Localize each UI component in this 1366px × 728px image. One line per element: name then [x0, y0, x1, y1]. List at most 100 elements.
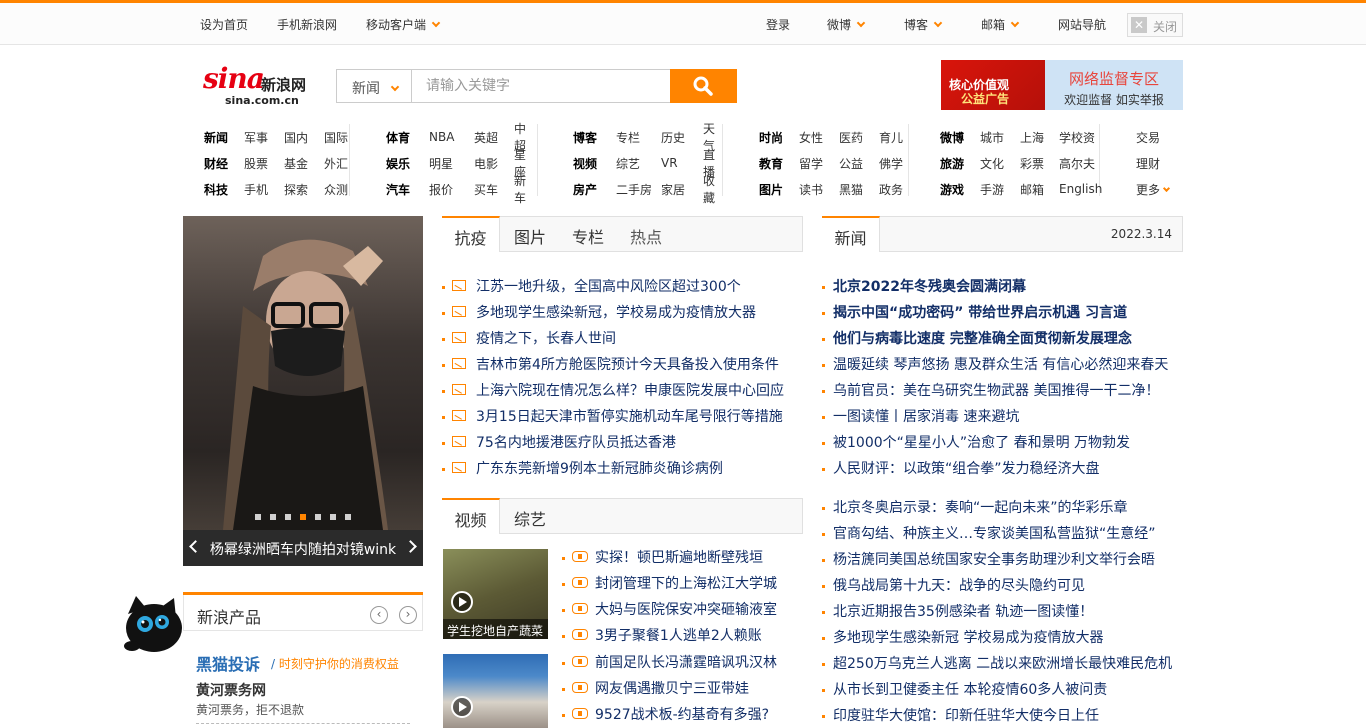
nav-link[interactable]: 时尚 [759, 129, 783, 146]
nav-link[interactable]: VR [661, 156, 678, 170]
nav-link[interactable]: 收藏 [703, 172, 722, 206]
nav-link[interactable]: NBA [429, 130, 454, 144]
heimao-tousu-link[interactable]: 黑猫投诉 [196, 651, 260, 675]
nav-link[interactable]: 汽车 [386, 181, 410, 198]
nav-link[interactable]: 读书 [799, 181, 823, 198]
video-thumb-2[interactable] [443, 654, 548, 728]
nav-link[interactable]: 二手房 [616, 181, 652, 198]
search-button[interactable] [670, 69, 737, 103]
nav-link[interactable]: 城市 [980, 129, 1004, 146]
nav-link[interactable]: 电影 [474, 155, 498, 172]
nav-link[interactable]: 明星 [429, 155, 453, 172]
photo-slideshow[interactable]: 杨幂绿洲晒车内随拍对镜wink [183, 216, 423, 566]
nav-link[interactable]: English [1059, 182, 1102, 196]
nav-link[interactable]: 军事 [244, 129, 268, 146]
ad-supervision[interactable]: 网络监督专区 欢迎监督 如实举报 [1045, 60, 1183, 110]
slide-caption[interactable]: 杨幂绿洲晒车内随拍对镜wink [183, 530, 423, 566]
nav-link[interactable]: 教育 [759, 155, 783, 172]
nav-link[interactable]: 文化 [980, 155, 1004, 172]
tab-pictures[interactable]: 图片 [501, 216, 559, 252]
tab-hot[interactable]: 热点 [617, 216, 675, 252]
nav-link[interactable]: 学校资 [1059, 129, 1095, 146]
nav-link[interactable]: 报价 [429, 181, 453, 198]
nav-link[interactable]: 黑猫 [839, 181, 863, 198]
mail-menu[interactable]: 邮箱 [981, 16, 1020, 33]
nav-link[interactable]: 基金 [284, 155, 308, 172]
slide-photo[interactable] [183, 216, 423, 530]
slide-dot[interactable] [270, 514, 276, 520]
slide-dot[interactable] [300, 514, 306, 520]
slide-dot[interactable] [330, 514, 336, 520]
nav-link[interactable]: 专栏 [616, 129, 640, 146]
huanghe-link[interactable]: 黄河票务网 [196, 680, 266, 700]
nav-link[interactable]: 国内 [284, 129, 308, 146]
site-nav-link[interactable]: 网站导航 [1058, 16, 1106, 33]
nav-link[interactable]: 女性 [799, 129, 823, 146]
nav-link[interactable]: 更多 [1136, 181, 1171, 198]
tab-columns[interactable]: 专栏 [559, 216, 617, 252]
nav-link[interactable]: 家居 [661, 181, 685, 198]
nav-link[interactable]: 房产 [573, 181, 597, 198]
nav-link[interactable]: 图片 [759, 181, 783, 198]
nav-link[interactable]: 手游 [980, 181, 1004, 198]
nav-link[interactable]: 高尔夫 [1059, 155, 1095, 172]
slide-dot[interactable] [285, 514, 291, 520]
nav-link[interactable]: 育儿 [879, 129, 903, 146]
search-input[interactable] [411, 69, 671, 103]
ad-banner[interactable]: 核心价值观 公益广告 网络监督专区 欢迎监督 如实举报 [941, 60, 1183, 110]
nav-link[interactable]: 邮箱 [1020, 181, 1044, 198]
nav-link[interactable]: 交易 [1136, 129, 1160, 146]
nav-link[interactable]: 国际 [324, 129, 348, 146]
nav-link[interactable]: 理财 [1136, 155, 1160, 172]
nav-link[interactable]: 医药 [839, 129, 863, 146]
nav-link[interactable]: 买车 [474, 181, 498, 198]
tab-epidemic[interactable]: 抗疫 [442, 216, 500, 252]
nav-link[interactable]: 财经 [204, 155, 228, 172]
tab-video[interactable]: 视频 [442, 498, 500, 534]
mobile-client-menu[interactable]: 移动客户端 [366, 16, 441, 33]
nav-link[interactable]: 佛学 [879, 155, 903, 172]
slide-dot[interactable] [255, 514, 261, 520]
weibo-menu[interactable]: 微博 [827, 16, 866, 33]
video-thumb-1[interactable]: 学生挖地自产蔬菜 [443, 549, 548, 639]
nav-link[interactable]: 综艺 [616, 155, 640, 172]
nav-link[interactable]: 博客 [573, 129, 597, 146]
ad-core-values[interactable]: 核心价值观 公益广告 [941, 60, 1045, 110]
nav-link[interactable]: 政务 [879, 181, 903, 198]
tab-variety[interactable]: 综艺 [501, 498, 559, 534]
nav-link[interactable]: 娱乐 [386, 155, 410, 172]
slide-dot[interactable] [345, 514, 351, 520]
nav-link[interactable]: 留学 [799, 155, 823, 172]
products-prev-icon[interactable]: ‹ [370, 606, 388, 624]
login-link[interactable]: 登录 [766, 16, 790, 33]
tab-news[interactable]: 新闻 [822, 216, 880, 252]
nav-link[interactable]: 探索 [284, 181, 308, 198]
news-item-title: 大妈与医院保安冲突砸输液室 [595, 602, 777, 618]
nav-link[interactable]: 旅游 [940, 155, 964, 172]
nav-link[interactable]: 微博 [940, 129, 964, 146]
nav-link[interactable]: 上海 [1020, 129, 1044, 146]
nav-link[interactable]: 彩票 [1020, 155, 1044, 172]
slide-dot[interactable] [315, 514, 321, 520]
nav-link[interactable]: 英超 [474, 129, 498, 146]
nav-link[interactable]: 历史 [661, 129, 685, 146]
sina-logo[interactable]: sina 新浪网 sina.com.cn [203, 60, 318, 108]
nav-link[interactable]: 体育 [386, 129, 410, 146]
mobile-sina-link[interactable]: 手机新浪网 [277, 16, 337, 33]
nav-link[interactable]: 新闻 [204, 129, 228, 146]
nav-link[interactable]: 手机 [244, 181, 268, 198]
search-category-select[interactable]: 新闻 [336, 69, 412, 103]
products-next-icon[interactable]: › [399, 606, 417, 624]
blog-menu[interactable]: 博客 [904, 16, 943, 33]
nav-link[interactable]: 游戏 [940, 181, 964, 198]
nav-link[interactable]: 外汇 [324, 155, 348, 172]
nav-link[interactable]: 视频 [573, 155, 597, 172]
nav-link[interactable]: 科技 [204, 181, 228, 198]
close-button[interactable]: ✕ 关闭 [1127, 13, 1183, 37]
nav-link[interactable]: 股票 [244, 155, 268, 172]
nav-link[interactable]: 新车 [514, 172, 537, 206]
news-item-title: 揭示中国“成功密码” 带给世界启示机遇 习言道 [833, 305, 1128, 321]
set-home-link[interactable]: 设为首页 [200, 16, 248, 33]
nav-link[interactable]: 众测 [324, 181, 348, 198]
nav-link[interactable]: 公益 [839, 155, 863, 172]
